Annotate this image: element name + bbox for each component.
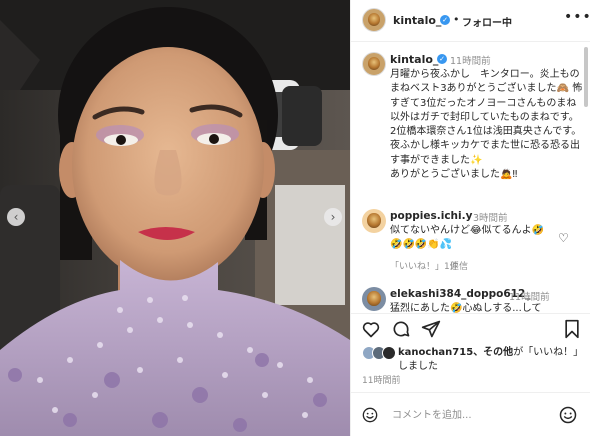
comment-reply-button[interactable]: 返信 <box>450 259 468 272</box>
caption-username[interactable]: kintalo_ <box>390 53 438 66</box>
comment-like-count[interactable]: 「いいね！」1件 <box>390 259 459 272</box>
comment-text: 似てないやんけど😂似てるんよ🤣 🤣🤣🤣👏💦 <box>390 225 545 250</box>
action-bar <box>351 313 590 343</box>
comments-scrollbar[interactable] <box>584 47 588 107</box>
more-horizontal-icon[interactable]: ••• <box>564 9 590 25</box>
likes-others-link[interactable]: 、その他 <box>473 347 513 358</box>
bookmark-icon[interactable] <box>563 319 581 339</box>
comment-input[interactable] <box>392 406 542 424</box>
comment-text: 猛烈にあした🤣心ぬしする...して <box>390 303 542 313</box>
comment-username[interactable]: poppies.ichi.y <box>390 210 472 222</box>
likes-text: kanochan715、その他が「いいね！」しました <box>398 346 588 374</box>
comment-bubble-icon[interactable] <box>391 319 411 339</box>
author-username[interactable]: kintalo_ <box>393 14 441 27</box>
verified-badge-icon: ✓ <box>440 15 450 25</box>
emoji-picker-icon[interactable] <box>559 406 577 424</box>
post-header: kintalo_ ✓ • フォロー中 ••• <box>351 0 590 42</box>
author-avatar[interactable] <box>362 8 386 32</box>
share-send-icon[interactable] <box>421 319 441 339</box>
caption-avatar[interactable] <box>362 52 386 76</box>
caption-verified-badge-icon: ✓ <box>437 54 447 64</box>
caption-text: 月曜から夜ふかし キンタロー。炎上ものまねベスト3ありがとうございました🙈 怖す… <box>390 69 583 181</box>
post-side-panel: kintalo_ ✓ • フォロー中 ••• kintalo_ ✓ 11時間前 … <box>350 0 590 436</box>
portrait-image <box>0 0 350 436</box>
following-button[interactable]: フォロー中 <box>462 14 512 29</box>
separator-dot: • <box>453 13 460 26</box>
emoji-smile-icon[interactable] <box>362 407 378 423</box>
post-timestamp[interactable]: 11時間前 <box>362 373 400 386</box>
likes-summary: kanochan715、その他が「いいね！」しました <box>351 344 590 374</box>
caption-time[interactable]: 11時間前 <box>450 53 491 67</box>
carousel-prev-button[interactable]: ‹ <box>7 208 25 226</box>
comment-like-heart-icon[interactable]: ♡ <box>558 231 569 245</box>
commenter-avatar[interactable] <box>362 209 386 233</box>
add-comment-bar <box>351 392 590 436</box>
comment-time[interactable]: 11時間前 <box>509 289 550 303</box>
comment-time[interactable]: 3時間前 <box>473 210 508 224</box>
comments-scroll-area[interactable]: kintalo_ ✓ 11時間前 月曜から夜ふかし キンタロー。炎上ものまねベス… <box>351 43 590 313</box>
post-photo[interactable]: ‹ › <box>0 0 350 436</box>
liker-avatar[interactable] <box>382 346 396 360</box>
carousel-next-button[interactable]: › <box>324 208 342 226</box>
like-heart-icon[interactable] <box>361 319 381 339</box>
commenter-avatar[interactable] <box>362 287 386 311</box>
liker-username[interactable]: kanochan715 <box>398 347 473 358</box>
